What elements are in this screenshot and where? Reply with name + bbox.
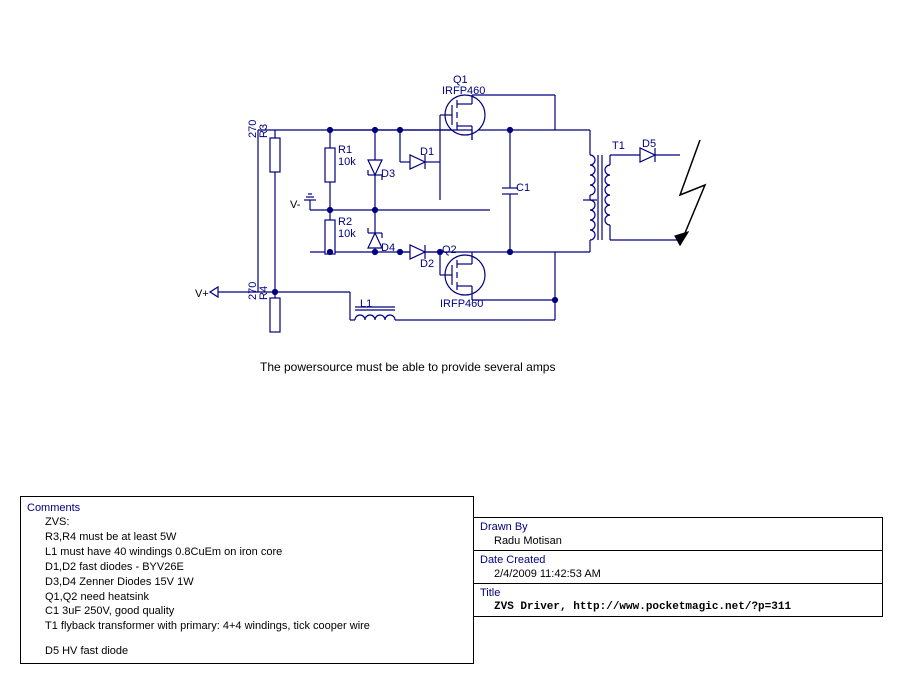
vminus-label: V- [290, 199, 300, 211]
d3-label: D3 [381, 168, 395, 180]
r4-ref: R4 [258, 286, 270, 300]
comments-box: Comments ZVS: R3,R4 must be at least 5W … [20, 496, 474, 664]
schematic-svg [0, 0, 903, 380]
q2-ref: Q2 [442, 244, 457, 256]
title-value: ZVS Driver, http://www.pocketmagic.net/?… [494, 601, 876, 613]
r2-val: 10k [338, 228, 356, 240]
drawnby-header: Drawn By [480, 521, 876, 533]
q2-part: IRFP460 [440, 298, 483, 310]
drawnby-box: Drawn By Radu Motisan [473, 517, 883, 551]
d5-label: D5 [642, 138, 656, 150]
info-panel: Comments ZVS: R3,R4 must be at least 5W … [20, 496, 883, 664]
q1-part: IRFP460 [442, 85, 485, 97]
t1-label: T1 [612, 140, 625, 152]
comments-line: D5 HV fast diode [45, 644, 467, 659]
r3-ref: R3 [258, 124, 270, 138]
d2-label: D2 [420, 258, 434, 270]
comments-line: L1 must have 40 windings 0.8CuEm on iron… [45, 545, 467, 560]
comments-line: D1,D2 fast diodes - BYV26E [45, 560, 467, 575]
r2-ref: R2 [338, 216, 352, 228]
title-box: Title ZVS Driver, http://www.pocketmagic… [473, 583, 883, 617]
comments-line: D3,D4 Zenner Diodes 15V 1W [45, 575, 467, 590]
c1-label: C1 [516, 182, 530, 194]
comments-line: Q1,Q2 need heatsink [45, 590, 467, 605]
drawnby-value: Radu Motisan [494, 535, 876, 547]
comments-line: ZVS: [45, 515, 467, 530]
datecreated-header: Date Created [480, 554, 876, 566]
r1-val: 10k [338, 156, 356, 168]
l1-label: L1 [360, 298, 372, 310]
title-header: Title [480, 587, 876, 599]
datecreated-value: 2/4/2009 11:42:53 AM [494, 568, 876, 580]
d4-label: D4 [381, 242, 395, 254]
r1-ref: R1 [338, 144, 352, 156]
comments-line: T1 flyback transformer with primary: 4+4… [45, 619, 467, 634]
comments-line: R3,R4 must be at least 5W [45, 530, 467, 545]
comments-line: C1 3uF 250V, good quality [45, 604, 467, 619]
d1-label: D1 [420, 146, 434, 158]
vplus-label: V+ [195, 288, 209, 300]
comments-header: Comments [27, 501, 467, 516]
datecreated-box: Date Created 2/4/2009 11:42:53 AM [473, 550, 883, 584]
caption-text: The powersource must be able to provide … [260, 360, 555, 374]
